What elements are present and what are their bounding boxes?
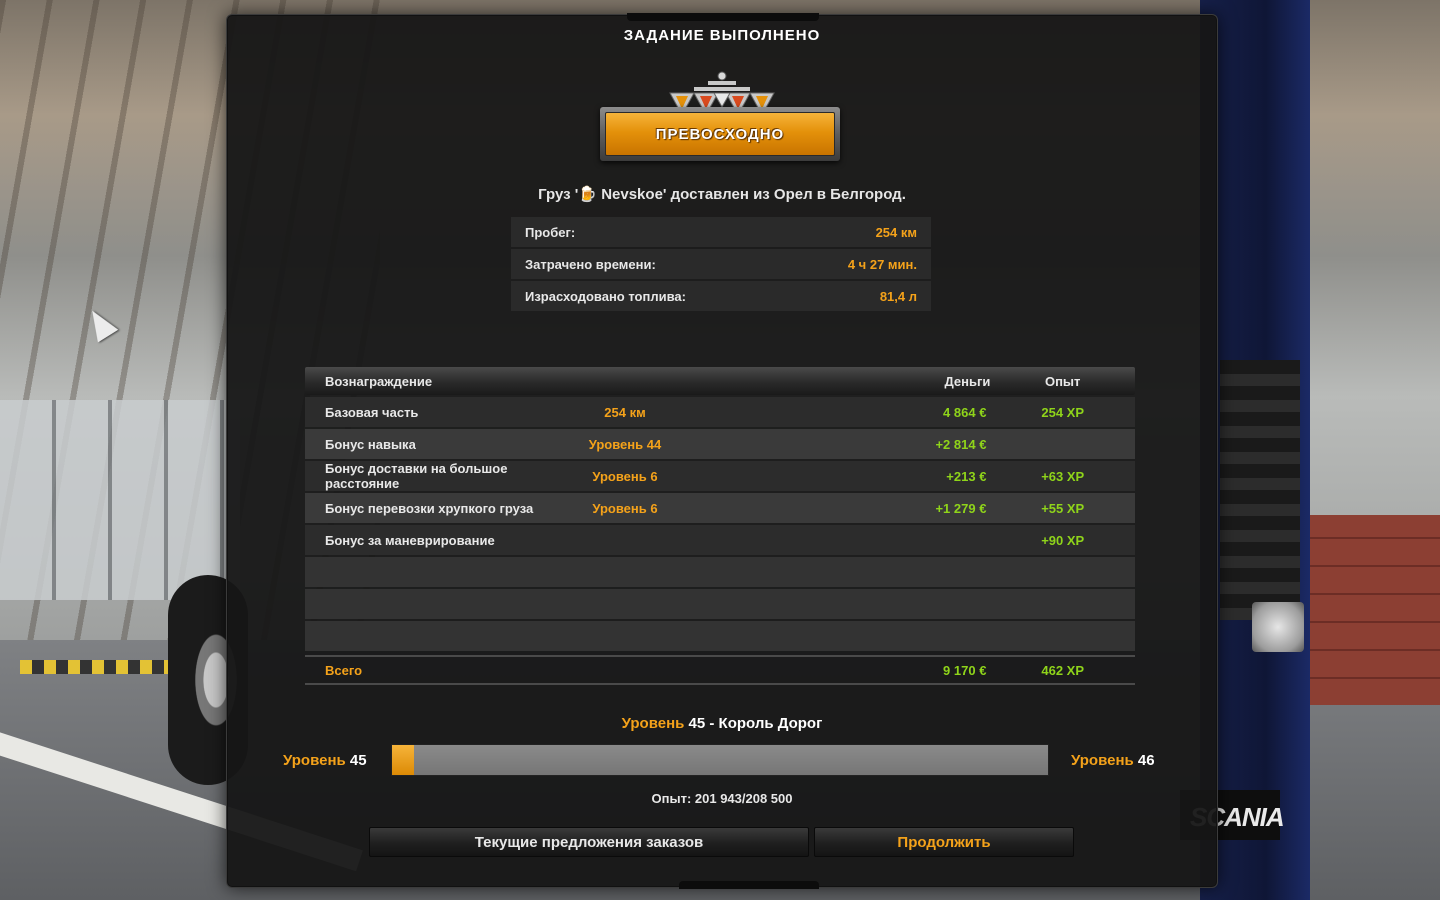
stat-value: 254 км (875, 224, 917, 240)
truck-headlight (1252, 602, 1304, 652)
row-money: +2 814 € (935, 436, 987, 452)
trip-stats: Пробег: 254 км Затрачено времени: 4 ч 27… (511, 217, 931, 313)
rating-plate: ПРЕВОСХОДНО (600, 107, 840, 161)
row-name: Бонус доставки на большое расстояние (325, 461, 508, 491)
table-row: Бонус за маневрирование +90 XP (305, 525, 1135, 555)
brick-wall (1300, 515, 1440, 705)
truck-grille (1220, 360, 1300, 620)
header-money: Деньги (944, 373, 991, 389)
stat-row-time: Затрачено времени: 4 ч 27 мин. (511, 249, 931, 279)
xp-progress-text: Опыт: 201 943/208 500 (651, 791, 793, 806)
row-detail: 254 км (604, 404, 646, 420)
rating-label: ПРЕВОСХОДНО (655, 125, 785, 143)
level-right-label: Уровень 46 (1071, 752, 1155, 769)
rewards-table-header: Вознаграждение Деньги Опыт (305, 367, 1135, 395)
stat-value: 81,4 л (879, 288, 917, 304)
level-rank: - Король Дорог (709, 715, 823, 732)
table-row-total: Всего 9 170 € 462 XP (305, 655, 1135, 685)
row-xp: +63 XP (1041, 468, 1085, 484)
total-label: Всего (325, 662, 363, 678)
stat-label: Израсходовано топлива: (525, 288, 686, 304)
rating-emblem: ПРЕВОСХОДНО (600, 71, 842, 163)
xp-progress-bar (391, 744, 1049, 776)
row-detail: Уровень 6 (592, 468, 658, 484)
row-name: Бонус за маневрирование (325, 532, 495, 548)
table-row: Бонус перевозки хрупкого груза Уровень 6… (305, 493, 1135, 523)
rating-plate-inner: ПРЕВОСХОДНО (605, 112, 835, 156)
stat-label: Пробег: (525, 224, 576, 240)
row-xp: +55 XP (1041, 500, 1085, 516)
row-money: +1 279 € (935, 500, 987, 516)
stat-value: 4 ч 27 мин. (847, 256, 917, 272)
rewards-table: Вознаграждение Деньги Опыт Базовая часть… (305, 367, 1135, 685)
level-left-word: Уровень (283, 752, 346, 769)
table-row: Базовая часть 254 км 4 864 € 254 XP (305, 397, 1135, 427)
row-name: Бонус перевозки хрупкого груза (325, 500, 534, 516)
row-name: Бонус навыка (325, 436, 416, 452)
table-row-empty (305, 589, 1135, 619)
level-right-number: 46 (1137, 752, 1155, 769)
total-money: 9 170 € (943, 662, 987, 678)
row-money: +213 € (946, 468, 987, 484)
current-offers-button[interactable]: Текущие предложения заказов (369, 827, 809, 857)
job-completed-dialog: ЗАДАНИЕ ВЫПОЛНЕНО ПРЕВОСХОДНО Груз '🍺 Ne… (226, 13, 1218, 889)
level-left-number: 45 (349, 752, 367, 769)
stat-label: Затрачено времени: (525, 256, 656, 272)
level-right-word: Уровень (1071, 752, 1134, 769)
level-word: Уровень (621, 715, 685, 732)
header-reward: Вознаграждение (325, 373, 433, 389)
row-name: Базовая часть (325, 404, 419, 420)
level-left-label: Уровень 45 (283, 752, 367, 769)
panel-top-notch (627, 13, 819, 21)
header-xp: Опыт (1044, 373, 1081, 389)
table-row: Бонус доставки на большое расстояние Уро… (305, 461, 1135, 491)
panel-bottom-notch (679, 881, 819, 889)
table-row-empty (305, 621, 1135, 651)
stat-row-distance: Пробег: 254 км (511, 217, 931, 247)
table-row: Бонус навыка Уровень 44 +2 814 € (305, 429, 1135, 459)
cargo-delivery-text: Груз '🍺 Nevskoe' доставлен из Орел в Бел… (538, 186, 906, 203)
row-detail: Уровень 44 (588, 436, 662, 452)
garage-window (0, 400, 240, 600)
stat-row-fuel: Израсходовано топлива: 81,4 л (511, 281, 931, 311)
level-current: 45 (688, 715, 706, 732)
xp-progress-fill (392, 745, 415, 775)
row-detail: Уровень 6 (592, 500, 658, 516)
row-xp: 254 XP (1041, 404, 1085, 420)
row-xp: +90 XP (1041, 532, 1085, 548)
dialog-title: ЗАДАНИЕ ВЫПОЛНЕНО (623, 27, 821, 44)
row-money: 4 864 € (943, 404, 987, 420)
total-xp: 462 XP (1041, 662, 1085, 678)
table-row-empty (305, 557, 1135, 587)
level-title: Уровень 45 - Король Дорог (227, 715, 1217, 732)
continue-button[interactable]: Продолжить (814, 827, 1074, 857)
